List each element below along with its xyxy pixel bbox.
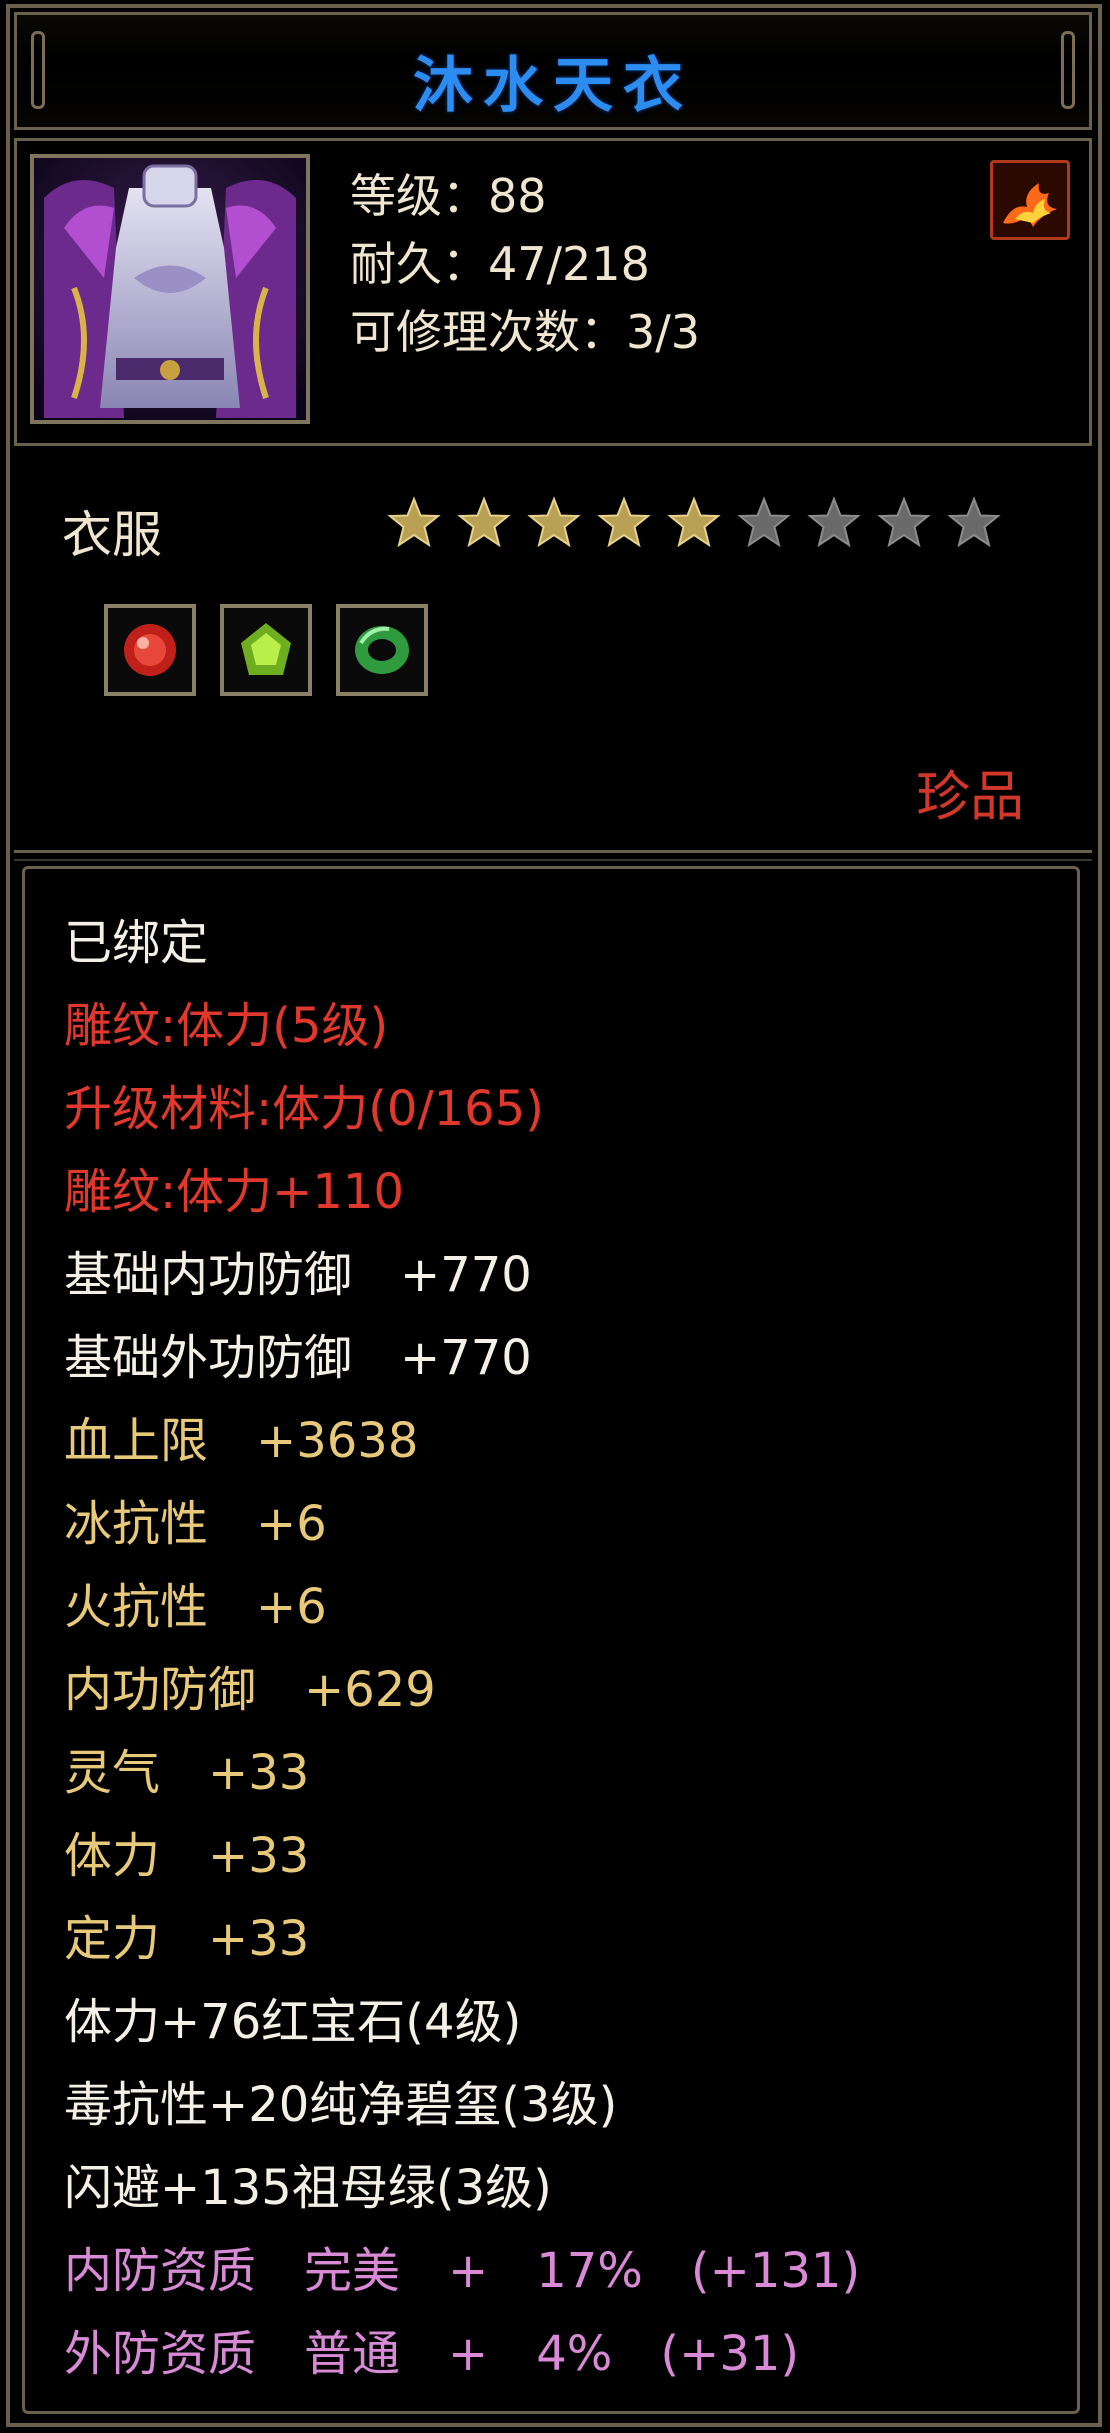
attribute-line: 冰抗性 +6 <box>64 1496 327 1552</box>
attribute-line: 雕纹:体力+110 <box>64 1164 405 1220</box>
star-rating <box>386 495 1002 551</box>
attribute-line: 基础外功防御 +770 <box>64 1330 532 1386</box>
title-bar-right-ornament <box>1061 31 1075 109</box>
star-empty-icon <box>807 496 861 548</box>
star-filled-icon <box>457 496 511 548</box>
jade-ring-icon <box>355 626 409 674</box>
attribute-line: 基础内功防御 +770 <box>64 1247 532 1303</box>
armor-robe-icon <box>34 158 306 420</box>
attribute-line: 毒抗性+20纯净碧玺(3级) <box>64 2077 618 2133</box>
star-empty-icon <box>877 496 931 548</box>
star-filled-icon <box>667 496 721 548</box>
attribute-line: 已绑定 <box>64 915 209 971</box>
gem-slot-ruby[interactable] <box>104 604 196 696</box>
item-name: 沐水天衣 <box>413 51 693 121</box>
attribute-line: 外防资质 普通 + 4% (+31) <box>64 2326 800 2382</box>
title-bar: 沐水天衣 <box>14 12 1092 130</box>
fire-element-icon <box>990 160 1070 240</box>
attribute-list: 已绑定雕纹:体力(5级) 升级材料:体力(0/165) 雕纹:体力+110 基础内功防… <box>64 910 860 2404</box>
star-empty-icon <box>947 496 1001 548</box>
attribute-line: 升级材料:体力(0/165) <box>64 1081 544 1137</box>
item-portrait <box>30 154 310 424</box>
star-filled-icon <box>597 496 651 548</box>
section-divider <box>14 850 1092 861</box>
star-filled-icon <box>527 496 581 548</box>
gem-slot-tourmaline[interactable] <box>220 604 312 696</box>
gem-sockets <box>104 604 428 696</box>
red-gem-icon <box>124 624 176 676</box>
attribute-line: 内防资质 完美 + 17% (+131) <box>64 2243 861 2299</box>
attribute-line: 雕纹:体力(5级) <box>64 998 389 1054</box>
star-filled-icon <box>387 496 441 548</box>
star-empty-icon <box>737 496 791 548</box>
attribute-line: 火抗性 +6 <box>64 1579 327 1635</box>
attribute-line: 体力+76红宝石(4级) <box>64 1994 522 2050</box>
attribute-line: 灵气 +33 <box>64 1745 310 1801</box>
attribute-line: 体力 +33 <box>64 1828 310 1884</box>
item-level: 等级：88 <box>350 169 547 223</box>
attribute-line: 闪避+135祖母绿(3级) <box>64 2160 552 2216</box>
attribute-line: 内功防御 +629 <box>64 1662 436 1718</box>
item-durability: 耐久：47/218 <box>350 237 650 291</box>
item-quality: 珍品 <box>916 765 1024 828</box>
green-gem-icon <box>241 623 291 675</box>
gem-slot-emerald[interactable] <box>336 604 428 696</box>
attribute-line: 定力 +33 <box>64 1911 310 1967</box>
attribute-line: 血上限 +3638 <box>64 1413 419 1469</box>
item-category: 衣服 <box>62 506 162 564</box>
item-repair-count: 可修理次数：3/3 <box>350 305 701 359</box>
